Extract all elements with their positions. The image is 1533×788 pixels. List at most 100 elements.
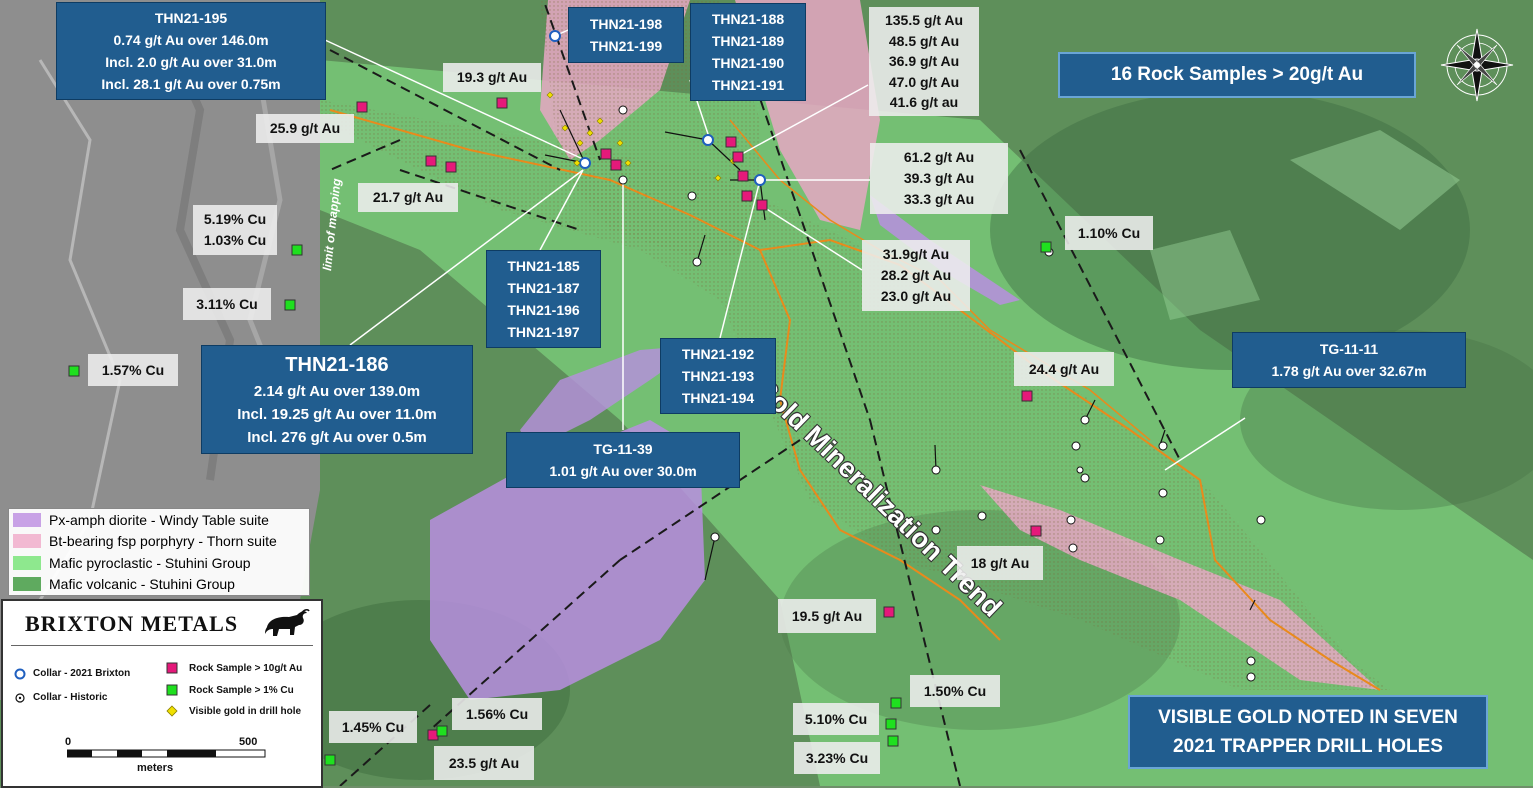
- callout-line: THN21-199: [589, 38, 663, 54]
- assay-label: 3.23% Cu: [794, 742, 880, 774]
- legend-swatch: [13, 534, 41, 549]
- assay-line: 23.0 g/t Au: [880, 288, 952, 304]
- assay-label: 61.2 g/t Au 39.3 g/t Au 33.3 g/t Au: [870, 143, 1008, 214]
- callout-line: 1.78 g/t Au over 32.67m: [1271, 363, 1427, 379]
- callout-thn21-195: THN21-195 0.74 g/t Au over 146.0m Incl. …: [56, 2, 326, 100]
- legend-swatch: [13, 577, 41, 592]
- callout-tg-11-39: TG-11-39 1.01 g/t Au over 30.0m: [506, 432, 740, 488]
- legend-label: Mafic volcanic - Stuhini Group: [49, 576, 235, 593]
- callout-line: Incl. 2.0 g/t Au over 31.0m: [105, 54, 277, 70]
- rock-au-icon: [166, 662, 178, 674]
- assay-label: 1.45% Cu: [329, 711, 417, 743]
- assay-line: 135.5 g/t Au: [884, 12, 964, 28]
- banner-line: VISIBLE GOLD NOTED IN SEVEN: [1158, 707, 1458, 728]
- callout-line: 0.74 g/t Au over 146.0m: [113, 32, 269, 48]
- legend-item: Bt-bearing fsp porphyry - Thorn suite: [9, 531, 309, 553]
- scale-end-label: 500: [239, 736, 258, 748]
- callout-thn21-198: THN21-198 THN21-199: [568, 7, 684, 63]
- assay-line: 47.0 g/t Au: [888, 73, 960, 90]
- scale-unit-label: meters: [137, 762, 174, 774]
- assay-label: 25.9 g/t Au: [256, 114, 354, 143]
- assay-label: 135.5 g/t Au 48.5 g/t Au 36.9 g/t Au 47.…: [869, 7, 979, 116]
- assay-line: 33.3 g/t Au: [903, 191, 975, 207]
- legend-item: Mafic pyroclastic - Stuhini Group: [9, 552, 309, 574]
- banner-line: 2021 TRAPPER DRILL HOLES: [1173, 736, 1443, 757]
- rock-samples-text: 16 Rock Samples > 20g/t Au: [1110, 64, 1364, 85]
- callout-line: TG-11-11: [1319, 341, 1379, 357]
- legend-swatch: [13, 555, 41, 570]
- callout-line: Incl. 19.25 g/t Au over 11.0m: [237, 406, 437, 423]
- legend-divider: [11, 645, 313, 646]
- callout-line: THN21-188: [711, 11, 785, 27]
- callout-line: Incl. 276 g/t Au over 0.5m: [247, 429, 427, 446]
- callout-line: THN21-192: [681, 346, 755, 362]
- callout-line: THN21-197: [507, 324, 580, 340]
- legend-collar-2021: Collar - 2021 Brixton: [33, 668, 131, 679]
- callout-line: THN21-187: [507, 280, 580, 296]
- collar-2021-icon: [14, 668, 26, 680]
- assay-label: 1.50% Cu: [910, 675, 1000, 707]
- callout-line: Incl. 28.1 g/t Au over 0.75m: [101, 76, 281, 92]
- callout-line: THN21-196: [507, 302, 580, 318]
- assay-line: 1.03% Cu: [203, 232, 267, 248]
- assay-line: 31.9g/t Au: [882, 246, 950, 262]
- legend-rock-au: Rock Sample > 10g/t Au: [189, 663, 303, 674]
- legend-collar-historic: Collar - Historic: [33, 692, 108, 703]
- assay-label: 21.7 g/t Au: [358, 183, 458, 212]
- legend-label: Mafic pyroclastic - Stuhini Group: [49, 554, 251, 571]
- rock-cu-icon: [166, 684, 178, 696]
- assay-label: 18 g/t Au: [957, 546, 1043, 580]
- scale-bar: [67, 749, 266, 758]
- assay-label: 5.19% Cu 1.03% Cu: [193, 205, 277, 255]
- callout-line: THN21-185: [507, 258, 580, 274]
- assay-label: 1.56% Cu: [452, 698, 542, 730]
- bull-logo-icon: [265, 609, 310, 636]
- legend-label: Px-amph diorite - Windy Table suite: [49, 511, 269, 528]
- scale-start-label: 0: [65, 736, 72, 748]
- legend-swatch: [13, 512, 41, 527]
- callout-line: THN21-193: [681, 368, 755, 384]
- visible-gold-banner: VISIBLE GOLD NOTED IN SEVEN 2021 TRAPPER…: [1128, 695, 1488, 769]
- assay-line: 48.5 g/t Au: [888, 32, 960, 49]
- assay-line: 5.19% Cu: [203, 211, 267, 227]
- callout-line: THN21-198: [589, 16, 663, 32]
- legend-label: Bt-bearing fsp porphyry - Thorn suite: [49, 533, 277, 550]
- assay-line: 41.6 g/t au: [889, 94, 959, 110]
- callout-thn21-185: THN21-185 THN21-187 THN21-196 THN21-197: [486, 250, 601, 348]
- assay-label: 5.10% Cu: [793, 703, 879, 735]
- assay-label: 19.5 g/t Au: [778, 599, 876, 633]
- callout-line: TG-11-39: [593, 441, 653, 457]
- callout-tg-11-11: TG-11-11 1.78 g/t Au over 32.67m: [1232, 332, 1466, 388]
- callout-line: THN21-189: [711, 33, 785, 49]
- visible-gold-icon: [166, 705, 178, 717]
- callout-line: 1.01 g/t Au over 30.0m: [549, 463, 697, 479]
- brand-legend-panel: BRIXTON METALS Collar - 2021 Brixton Col…: [1, 599, 323, 788]
- assay-label: 1.57% Cu: [88, 354, 178, 386]
- assay-label: 1.10% Cu: [1065, 216, 1153, 250]
- assay-line: 39.3 g/t Au: [903, 170, 975, 186]
- legend-visible-gold: Visible gold in drill hole: [189, 706, 302, 717]
- callout-line: THN21-194: [681, 390, 755, 406]
- legend-item: Px-amph diorite - Windy Table suite: [9, 509, 309, 531]
- callout-thn21-192: THN21-192 THN21-193 THN21-194: [660, 338, 776, 414]
- brand-title: BRIXTON METALS: [25, 611, 239, 636]
- assay-line: 36.9 g/t Au: [888, 53, 960, 69]
- assay-line: 28.2 g/t Au: [880, 267, 952, 283]
- geology-legend: Px-amph diorite - Windy Table suite Bt-b…: [8, 508, 310, 596]
- rock-samples-banner: 16 Rock Samples > 20g/t Au: [1058, 52, 1416, 98]
- assay-label: 19.3 g/t Au: [443, 63, 541, 92]
- assay-label: 24.4 g/t Au: [1014, 352, 1114, 386]
- callout-thn21-188: THN21-188 THN21-189 THN21-190 THN21-191: [690, 3, 806, 101]
- callout-line: THN21-195: [154, 10, 228, 26]
- callout-line: 2.14 g/t Au over 139.0m: [253, 383, 421, 400]
- callout-line: THN21-190: [711, 55, 785, 71]
- assay-label: 23.5 g/t Au: [434, 746, 534, 780]
- callout-line: THN21-191: [711, 77, 785, 93]
- callout-thn21-186: THN21-186 2.14 g/t Au over 139.0m Incl. …: [201, 345, 473, 454]
- assay-label: 31.9g/t Au 28.2 g/t Au 23.0 g/t Au: [862, 240, 970, 311]
- collar-historic-icon: [15, 693, 25, 703]
- legend-rock-cu: Rock Sample > 1% Cu: [189, 685, 294, 696]
- callout-line: THN21-186: [285, 354, 389, 376]
- assay-line: 61.2 g/t Au: [903, 149, 975, 165]
- assay-label: 3.11% Cu: [183, 288, 271, 320]
